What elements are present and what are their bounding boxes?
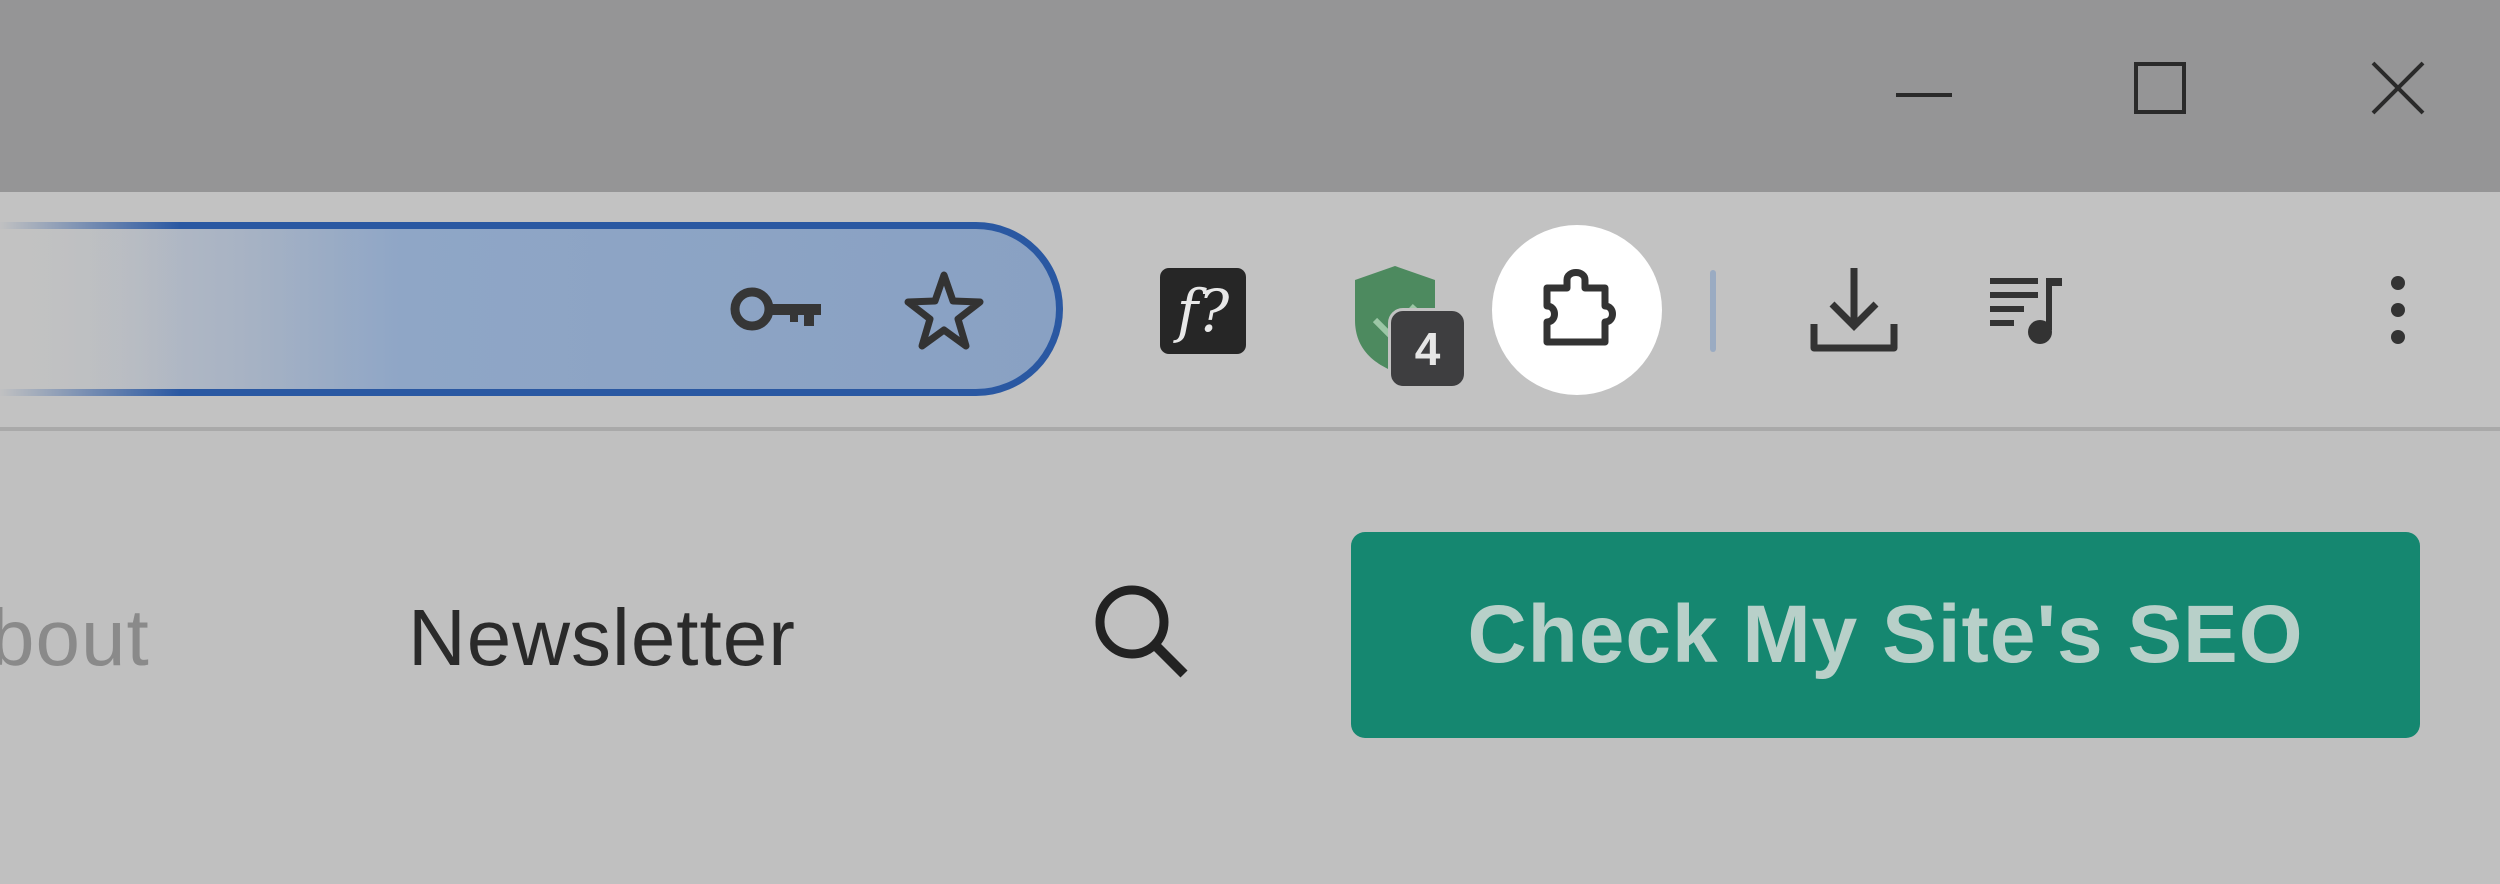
minimize-icon [1896, 93, 1952, 97]
extension-badge-count: 4 [1388, 308, 1467, 389]
key-icon[interactable] [728, 270, 828, 350]
close-icon [2371, 61, 2425, 115]
close-button[interactable] [2358, 48, 2438, 128]
extension-label: f? [1176, 277, 1230, 345]
nav-link-about[interactable]: bout [0, 592, 150, 684]
badge-count-label: 4 [1414, 322, 1441, 375]
download-icon[interactable] [1806, 262, 1902, 358]
maximize-button[interactable] [2120, 48, 2200, 128]
puzzle-icon [1543, 269, 1616, 346]
check-seo-button[interactable]: Check My Site's SEO [1351, 532, 2420, 738]
check-seo-button-label: Check My Site's SEO [1467, 589, 2304, 680]
star-icon[interactable] [898, 266, 990, 356]
f-question-extension-icon[interactable]: f? [1160, 268, 1246, 354]
extensions-menu-button[interactable] [1492, 225, 1662, 395]
maximize-icon [2134, 62, 2186, 114]
toolbar-separator [1710, 270, 1716, 352]
media-playlist-icon[interactable] [1984, 270, 2074, 350]
more-vert-icon[interactable] [2378, 270, 2418, 350]
minimize-button[interactable] [1884, 48, 1964, 128]
nav-link-newsletter[interactable]: Newsletter [408, 592, 796, 684]
search-icon[interactable] [1088, 582, 1198, 692]
